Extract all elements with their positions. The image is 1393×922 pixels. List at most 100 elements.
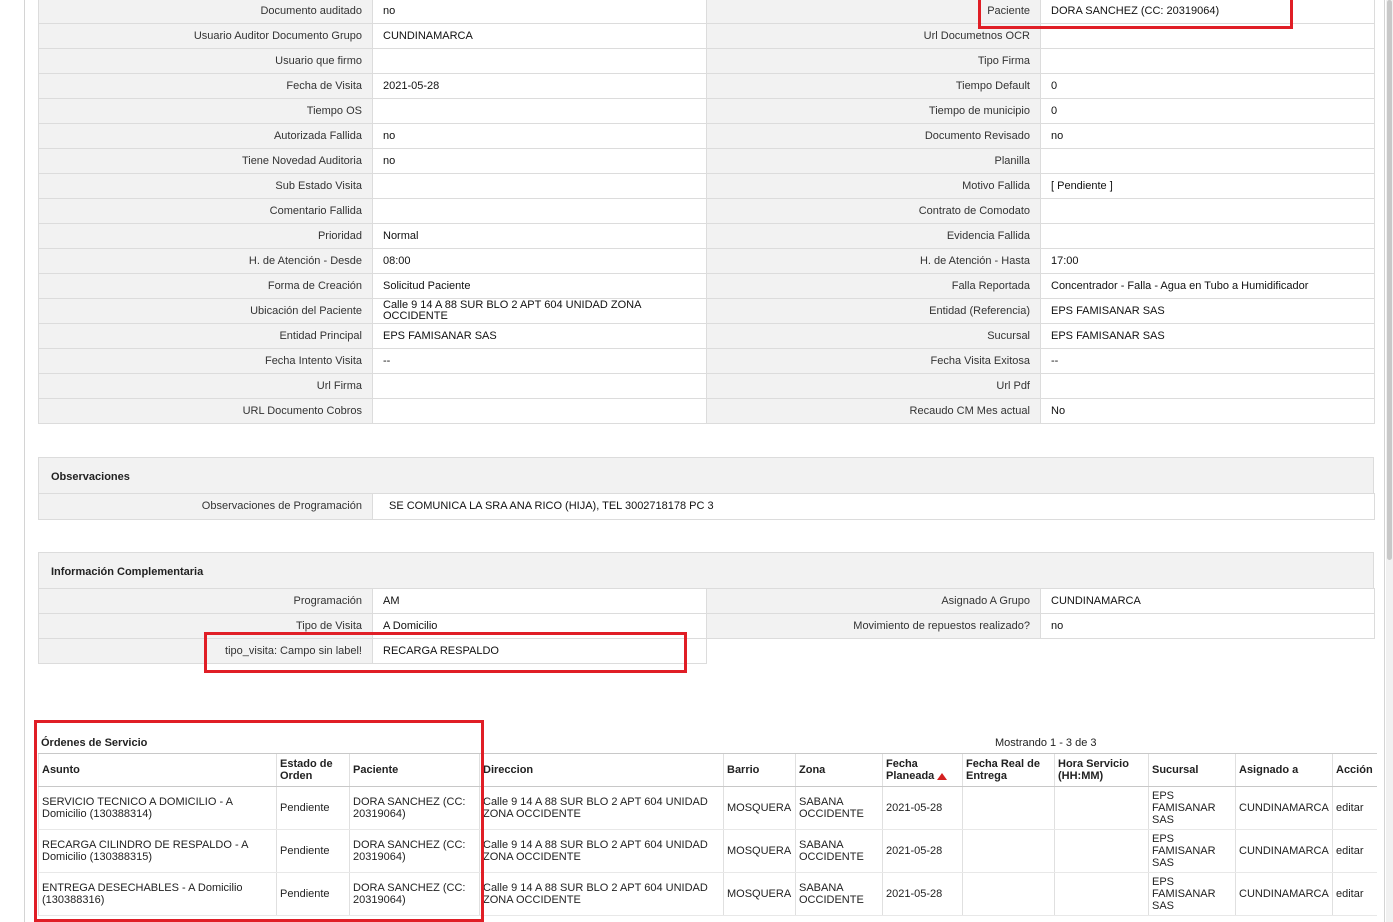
order-direccion: Calle 9 14 A 88 SUR BLO 2 APT 604 UNIDAD… [483,796,708,820]
detail-label: Fecha Intento Visita [38,348,373,374]
order-sucursal: EPS FAMISANAR SAS [1152,876,1216,912]
observaciones-header: Observaciones [38,457,1374,495]
edit-link[interactable]: editar [1336,845,1364,857]
detail-value [372,98,707,124]
detail-value [372,48,707,74]
order-fecha: 2021-05-28 [886,802,943,814]
detail-label: Entidad (Referencia) [706,298,1041,324]
detail-row: Tiempo OS Tiempo de municipio 0 [38,98,1375,124]
order-asignado-cell: CUNDINAMARCA [1235,786,1333,830]
edit-link[interactable]: editar [1336,802,1364,814]
right-rule [1384,0,1385,922]
order-fecha-real-cell [962,872,1055,916]
detail-value [372,373,707,399]
order-barrio: MOSQUERA [727,802,792,814]
detail-row: Prioridad Normal Evidencia Fallida [38,223,1375,249]
complementaria-label: Movimiento de repuestos realizado? [706,613,1041,639]
column-header-label: Sucursal [1152,764,1199,776]
order-barrio-cell: MOSQUERA [723,872,796,916]
detail-label: Ubicación del Paciente [38,298,373,324]
column-header-label: Acción [1336,764,1373,776]
detail-value: [ Pendiente ] [1040,173,1375,199]
order-zona: SABANA OCCIDENTE [799,882,864,906]
detail-value: 08:00 [372,248,707,274]
column-header[interactable]: Asignado a [1235,753,1333,787]
detail-label: Url Pdf [706,373,1041,399]
order-zona-cell: SABANA OCCIDENTE [795,872,883,916]
order-fecha-cell: 2021-05-28 [882,829,963,873]
detail-label: URL Documento Cobros [38,398,373,424]
detail-label: Motivo Fallida [706,173,1041,199]
order-asignado: CUNDINAMARCA [1239,888,1329,900]
detail-row: Fecha de Visita 2021-05-28 Tiempo Default 0 [38,73,1375,99]
detail-row: Fecha Intento Visita -- Fecha Visita Exito… [38,348,1375,374]
scrollbar-thumb[interactable] [1387,0,1392,560]
order-barrio: MOSQUERA [727,845,792,857]
order-hora-cell [1054,872,1149,916]
detail-label: Sub Estado Visita [38,173,373,199]
order-fecha-real-cell [962,829,1055,873]
detail-label: Comentario Fallida [38,198,373,224]
detail-value: Solicitud Paciente [372,273,707,299]
order-direccion: Calle 9 14 A 88 SUR BLO 2 APT 604 UNIDAD… [483,882,708,906]
detail-value: Calle 9 14 A 88 SUR BLO 2 APT 604 UNIDAD… [372,298,707,324]
order-zona: SABANA OCCIDENTE [799,839,864,863]
detail-value: EPS FAMISANAR SAS [372,323,707,349]
column-header-label: Fecha Planeada [886,758,935,782]
complementaria-label: Asignado A Grupo [706,588,1041,614]
order-barrio-cell: MOSQUERA [723,829,796,873]
detail-label: Planilla [706,148,1041,174]
column-header[interactable]: Fecha Real de Entrega [962,753,1055,787]
order-zona-cell: SABANA OCCIDENTE [795,829,883,873]
observaciones-row: Observaciones de Programación SE COMUNIC… [38,493,1375,520]
detail-row: Entidad Principal EPS FAMISANAR SAS Sucurs… [38,323,1375,349]
edit-link[interactable]: editar [1336,888,1364,900]
order-accion-cell: editar [1332,786,1377,830]
column-header[interactable]: Zona [795,753,883,787]
detail-value [1040,198,1375,224]
column-header[interactable]: Direccion [479,753,724,787]
detail-label: Tiempo Default [706,73,1041,99]
detail-label: Entidad Principal [38,323,373,349]
column-header-label: Barrio [727,764,760,776]
column-header-label: Zona [799,764,826,776]
detail-label: Evidencia Fallida [706,223,1041,249]
detail-label: Documento Revisado [706,123,1041,149]
detail-value: Concentrador - Falla - Agua en Tubo a Hu… [1040,273,1375,299]
column-header[interactable]: Acción [1332,753,1377,787]
left-rule [24,0,25,922]
column-header[interactable]: Fecha Planeada [882,753,963,787]
complementaria-row: Programación AM Asignado A Grupo CUNDINAMAR… [38,588,1375,614]
complementaria-value: no [1040,613,1375,639]
detail-value [1040,223,1375,249]
sort-ascending-icon[interactable] [937,772,948,780]
complementaria-value: AM [372,588,707,614]
detail-row: Usuario que firmo Tipo Firma [38,48,1375,74]
detail-label: Sucursal [706,323,1041,349]
order-asignado: CUNDINAMARCA [1239,845,1329,857]
empty-cell [707,639,1375,664]
order-asignado-cell: CUNDINAMARCA [1235,829,1333,873]
order-fecha-cell: 2021-05-28 [882,872,963,916]
detail-value [372,398,707,424]
observaciones-title: Observaciones [51,471,130,483]
detail-label: Fecha Visita Exitosa [706,348,1041,374]
detail-label: Usuario Auditor Documento Grupo [38,23,373,49]
column-header[interactable]: Hora Servicio (HH:MM) [1054,753,1149,787]
order-sucursal-cell: EPS FAMISANAR SAS [1148,829,1236,873]
column-header[interactable]: Sucursal [1148,753,1236,787]
detail-value [1040,373,1375,399]
detail-value: no [372,0,707,24]
order-barrio: MOSQUERA [727,888,792,900]
order-direccion-cell: Calle 9 14 A 88 SUR BLO 2 APT 604 UNIDAD… [479,872,724,916]
detail-value: -- [372,348,707,374]
detail-value [372,173,707,199]
order-zona: SABANA OCCIDENTE [799,796,864,820]
order-barrio-cell: MOSQUERA [723,786,796,830]
detail-value: no [372,148,707,174]
column-header[interactable]: Barrio [723,753,796,787]
detail-label: Tiene Novedad Auditoria [38,148,373,174]
detail-label: Fecha de Visita [38,73,373,99]
detail-value: EPS FAMISANAR SAS [1040,323,1375,349]
detail-row: Comentario Fallida Contrato de Comodato [38,198,1375,224]
